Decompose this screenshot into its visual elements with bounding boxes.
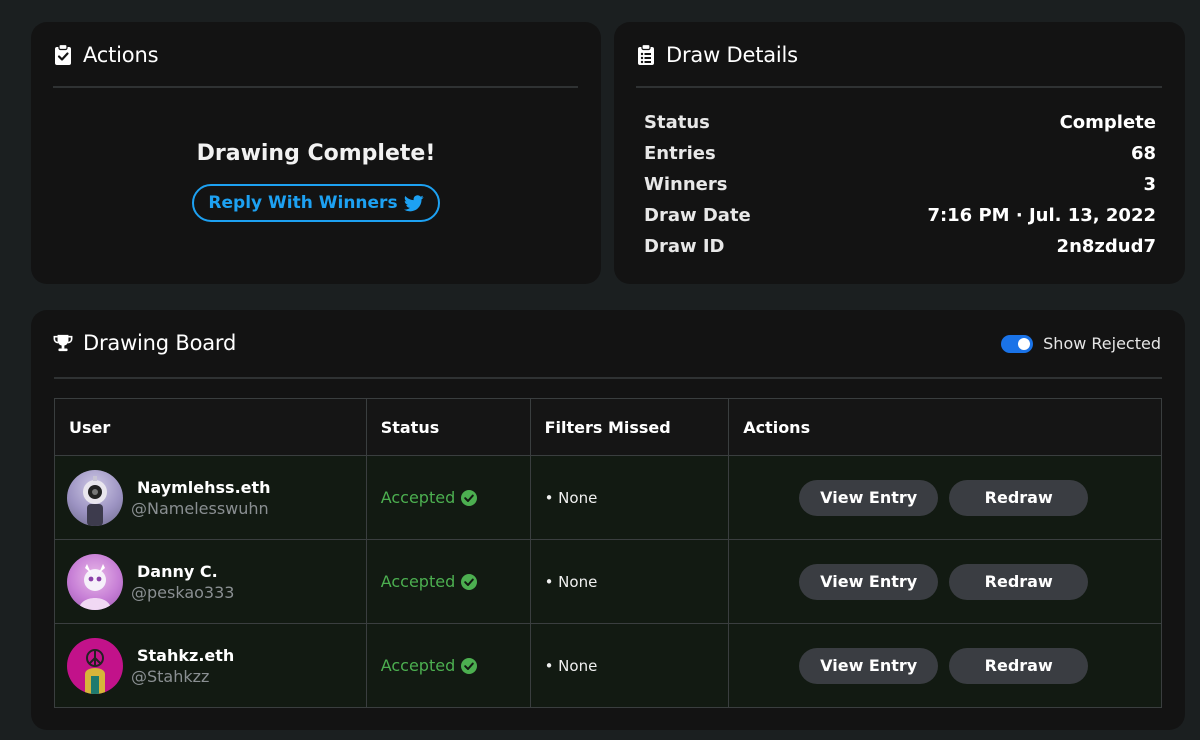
status-cell: Accepted xyxy=(365,539,531,624)
check-circle-icon xyxy=(461,489,478,506)
user-name: Stahkz.eth xyxy=(137,645,235,665)
redraw-button[interactable]: Redraw xyxy=(949,563,1089,600)
drawing-board-card: Drawing Board Show Rejected User Status … xyxy=(31,310,1185,730)
trophy-icon xyxy=(53,332,73,354)
column-header-status: Status xyxy=(365,398,531,456)
column-header-filters-missed: Filters Missed xyxy=(529,398,730,456)
user-handle[interactable]: @Stahkzz xyxy=(131,667,234,686)
actions-title: Actions xyxy=(83,43,159,67)
twitter-bird-icon xyxy=(403,194,424,212)
details-title: Draw Details xyxy=(666,43,798,67)
details-divider xyxy=(636,86,1162,88)
avatar[interactable] xyxy=(67,469,123,526)
view-entry-button[interactable]: View Entry xyxy=(799,479,939,516)
detail-row-winners: Winners 3 xyxy=(644,169,1156,200)
detail-label: Winners xyxy=(644,174,728,195)
redraw-button[interactable]: Redraw xyxy=(949,647,1089,684)
reply-with-winners-button[interactable]: Reply With Winners xyxy=(192,184,440,222)
actions-card: Actions Drawing Complete! Reply With Win… xyxy=(31,22,601,284)
avatar[interactable] xyxy=(67,637,123,694)
details-header: Draw Details xyxy=(636,40,798,70)
check-circle-icon xyxy=(461,573,478,590)
detail-value: 68 xyxy=(1130,143,1156,164)
detail-row-draw-id: Draw ID 2n8zdud7 xyxy=(644,231,1156,262)
redraw-button[interactable]: Redraw xyxy=(949,479,1089,516)
draw-details-card: Draw Details Status Complete Entries 68 … xyxy=(614,22,1185,284)
avatar[interactable] xyxy=(67,553,123,610)
detail-label: Draw ID xyxy=(644,236,725,257)
clipboard-list-icon xyxy=(636,44,656,66)
detail-row-entries: Entries 68 xyxy=(644,138,1156,169)
status-text: Accepted xyxy=(380,488,456,507)
column-header-user: User xyxy=(54,398,367,456)
board-title: Drawing Board xyxy=(83,331,237,355)
status-cell: Accepted xyxy=(365,455,531,540)
clipboard-check-icon xyxy=(53,44,73,66)
table-row: Stahkz.eth @Stahkzz Accepted • None View… xyxy=(54,623,1162,708)
board-divider xyxy=(54,377,1162,379)
user-cell: Naymlehss.eth @Namelesswuhn xyxy=(54,455,367,540)
table-row: Naymlehss.eth @Namelesswuhn Accepted • N… xyxy=(54,455,1162,540)
actions-cell: View Entry Redraw xyxy=(728,539,1162,624)
detail-row-status: Status Complete xyxy=(644,107,1156,138)
actions-header: Actions xyxy=(53,40,159,70)
view-entry-button[interactable]: View Entry xyxy=(799,563,939,600)
column-header-actions: Actions xyxy=(728,398,1162,456)
user-cell: Danny C. @peskao333 xyxy=(54,539,367,624)
show-rejected-control: Show Rejected xyxy=(1001,334,1161,353)
filters-missed-cell: • None xyxy=(529,623,730,708)
check-circle-icon xyxy=(461,657,478,674)
show-rejected-toggle[interactable] xyxy=(1001,334,1034,353)
actions-cell: View Entry Redraw xyxy=(728,455,1162,540)
detail-label: Status xyxy=(644,112,710,133)
user-cell: Stahkz.eth @Stahkzz xyxy=(54,623,367,708)
show-rejected-label: Show Rejected xyxy=(1043,334,1161,353)
status-text: Accepted xyxy=(380,572,456,591)
status-cell: Accepted xyxy=(365,623,531,708)
filters-missed-cell: • None xyxy=(529,539,730,624)
table-header-row: User Status Filters Missed Actions xyxy=(54,398,1162,456)
detail-value: 2n8zdud7 xyxy=(1056,236,1156,257)
detail-value: 7:16 PM · Jul. 13, 2022 xyxy=(927,205,1156,226)
actions-cell: View Entry Redraw xyxy=(728,623,1162,708)
actions-divider xyxy=(53,86,578,88)
user-handle[interactable]: @peskao333 xyxy=(131,583,234,602)
detail-value: 3 xyxy=(1143,174,1156,195)
user-handle[interactable]: @Namelesswuhn xyxy=(131,499,271,518)
user-name: Naymlehss.eth xyxy=(137,477,271,497)
toggle-knob xyxy=(1018,337,1031,350)
table-row: Danny C. @peskao333 Accepted • None View… xyxy=(54,539,1162,624)
detail-label: Draw Date xyxy=(644,205,751,226)
board-header: Drawing Board xyxy=(53,328,236,358)
detail-row-draw-date: Draw Date 7:16 PM · Jul. 13, 2022 xyxy=(644,200,1156,231)
filters-missed-cell: • None xyxy=(529,455,730,540)
view-entry-button[interactable]: View Entry xyxy=(799,647,939,684)
user-name: Danny C. xyxy=(137,561,218,581)
status-text: Accepted xyxy=(380,656,456,675)
detail-label: Entries xyxy=(644,143,716,164)
entries-table: User Status Filters Missed Actions Nayml… xyxy=(54,398,1162,708)
detail-value: Complete xyxy=(1059,112,1156,133)
reply-button-label: Reply With Winners xyxy=(208,193,398,213)
completion-message: Drawing Complete! xyxy=(196,141,436,166)
